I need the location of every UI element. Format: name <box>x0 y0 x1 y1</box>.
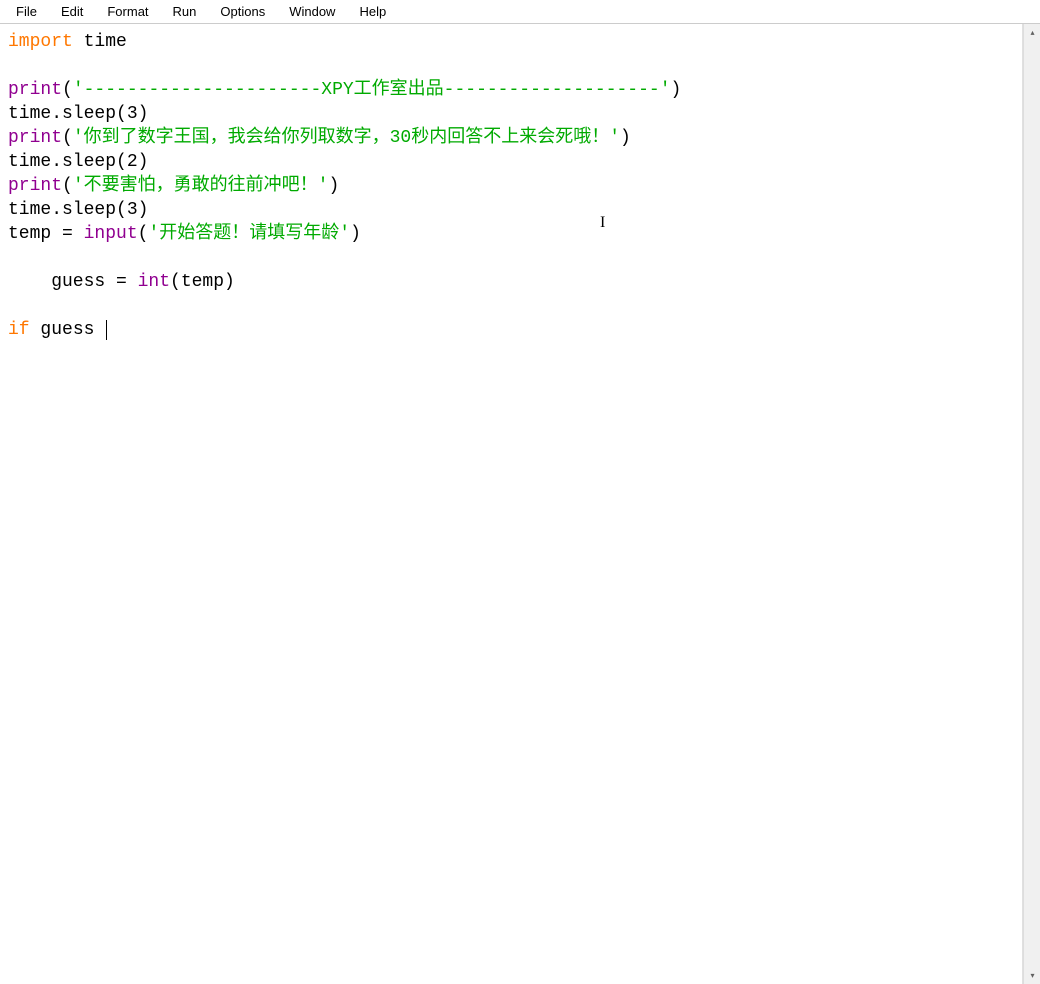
builtin-print: print <box>8 176 62 196</box>
code-text: time.sleep( <box>8 200 127 220</box>
code-text: temp = <box>8 224 84 244</box>
code-line: import time <box>8 30 1014 54</box>
menu-options[interactable]: Options <box>208 2 277 21</box>
code-line: time.sleep(2) <box>8 150 1014 174</box>
code-text: ) <box>350 224 361 244</box>
number-literal: 2 <box>127 152 138 172</box>
code-text: ) <box>138 200 149 220</box>
code-text: ( <box>62 80 73 100</box>
scroll-down-icon[interactable]: ▾ <box>1024 967 1040 984</box>
builtin-int: int <box>138 272 170 292</box>
keyword-if: if <box>8 320 30 340</box>
code-line: time.sleep(3) <box>8 102 1014 126</box>
code-line: guess = int(temp) <box>8 270 1014 294</box>
code-text: time <box>73 32 127 52</box>
menu-format[interactable]: Format <box>95 2 160 21</box>
string-literal: '不要害怕，勇敢的往前冲吧！' <box>73 176 329 196</box>
menu-window[interactable]: Window <box>277 2 347 21</box>
vertical-scrollbar[interactable]: ▴ ▾ <box>1023 24 1040 984</box>
keyword-import: import <box>8 32 73 52</box>
menu-edit[interactable]: Edit <box>49 2 95 21</box>
number-literal: 3 <box>127 104 138 124</box>
code-text: guess = <box>8 272 138 292</box>
code-text: ) <box>138 104 149 124</box>
code-line: temp = input('开始答题！请填写年龄') <box>8 222 1014 246</box>
code-text: ) <box>620 128 631 148</box>
menu-help[interactable]: Help <box>347 2 398 21</box>
code-line: print('----------------------XPY工作室出品---… <box>8 78 1014 102</box>
code-text: ) <box>328 176 339 196</box>
menu-run[interactable]: Run <box>161 2 209 21</box>
code-line <box>8 246 1014 270</box>
editor-area: import timeprint('----------------------… <box>0 24 1040 984</box>
menubar: File Edit Format Run Options Window Help <box>0 0 1040 24</box>
number-literal: 3 <box>127 200 138 220</box>
code-line: if guess <box>8 318 1014 342</box>
scroll-up-icon[interactable]: ▴ <box>1024 24 1040 41</box>
builtin-print: print <box>8 80 62 100</box>
menu-file[interactable]: File <box>4 2 49 21</box>
code-text: (temp) <box>170 272 235 292</box>
builtin-print: print <box>8 128 62 148</box>
code-text: ( <box>138 224 149 244</box>
code-text: ) <box>671 80 682 100</box>
builtin-input: input <box>84 224 138 244</box>
code-line <box>8 54 1014 78</box>
string-literal: '你到了数字王国，我会给你列取数字，30秒内回答不上来会死哦！' <box>73 128 620 148</box>
code-text: ) <box>138 152 149 172</box>
code-text: guess <box>30 320 106 340</box>
code-line <box>8 294 1014 318</box>
code-editor[interactable]: import timeprint('----------------------… <box>0 24 1023 984</box>
code-line: print('你到了数字王国，我会给你列取数字，30秒内回答不上来会死哦！') <box>8 126 1014 150</box>
string-literal: '开始答题！请填写年龄' <box>148 224 350 244</box>
code-text: ( <box>62 128 73 148</box>
code-text: ( <box>62 176 73 196</box>
code-line: print('不要害怕，勇敢的往前冲吧！') <box>8 174 1014 198</box>
string-literal: '----------------------XPY工作室出品---------… <box>73 80 671 100</box>
text-cursor-icon <box>106 320 107 340</box>
code-text: time.sleep( <box>8 104 127 124</box>
code-text: time.sleep( <box>8 152 127 172</box>
code-line: time.sleep(3) <box>8 198 1014 222</box>
